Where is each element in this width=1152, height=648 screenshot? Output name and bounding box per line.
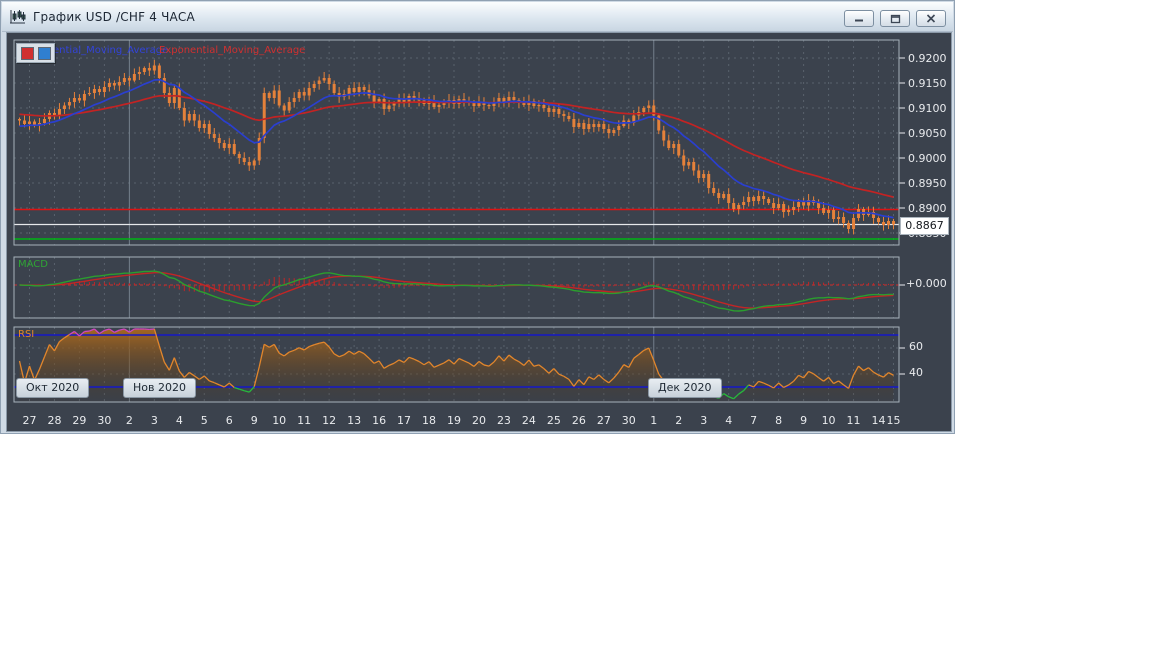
- chart-canvas[interactable]: 0.9200 0.9150 0.9100 0.9050 0.9000 0.8950 0.89…: [7, 33, 951, 431]
- svg-text:9: 9: [251, 414, 258, 427]
- window-title: График USD /CHF 4 ЧАСА: [33, 10, 195, 24]
- svg-text:17: 17: [397, 414, 411, 427]
- svg-text:6: 6: [226, 414, 233, 427]
- macd-zero-axis-label: +0.000: [906, 278, 947, 290]
- svg-text:20: 20: [472, 414, 486, 427]
- svg-text:7: 7: [750, 414, 757, 427]
- svg-text:23: 23: [497, 414, 511, 427]
- svg-text:27: 27: [22, 414, 36, 427]
- slow-ema-color-swatch-button[interactable]: [21, 47, 34, 60]
- rsi-tick-60: 60: [909, 341, 923, 353]
- window-controls: [844, 10, 946, 27]
- candlestick-series: [18, 60, 895, 235]
- svg-text:28: 28: [47, 414, 61, 427]
- fast-ema-legend-label: ential_Moving_Average: [53, 45, 168, 57]
- svg-text:25: 25: [547, 414, 561, 427]
- chart-window: График USD /CHF 4 ЧАСА 0.9200 0.9150 0.910…: [0, 0, 955, 434]
- svg-text:3: 3: [700, 414, 707, 427]
- svg-text:26: 26: [572, 414, 586, 427]
- svg-text:4: 4: [176, 414, 183, 427]
- svg-text:0.8900: 0.8900: [908, 202, 947, 215]
- restore-icon: [890, 14, 901, 24]
- svg-text:10: 10: [822, 414, 836, 427]
- close-icon: [926, 14, 936, 23]
- svg-text:3: 3: [151, 414, 158, 427]
- candlestick-chart-icon: [9, 9, 26, 24]
- svg-text:9: 9: [800, 414, 807, 427]
- svg-text:24: 24: [522, 414, 536, 427]
- close-button[interactable]: [916, 10, 946, 27]
- panel-border: [14, 40, 899, 245]
- minimize-icon: [853, 14, 865, 23]
- current-price-tag: 0.8867: [900, 217, 949, 235]
- legend-chip: [16, 43, 55, 63]
- svg-text:27: 27: [597, 414, 611, 427]
- svg-text:0.9200: 0.9200: [908, 52, 947, 65]
- chart-client-area: 0.9200 0.9150 0.9100 0.9050 0.9000 0.8950 0.89…: [6, 32, 952, 432]
- macd-indicator-label: MACD: [18, 259, 48, 271]
- svg-text:5: 5: [201, 414, 208, 427]
- restore-button[interactable]: [880, 10, 910, 27]
- svg-text:8: 8: [775, 414, 782, 427]
- macd-series: [14, 271, 899, 311]
- svg-text:14: 14: [872, 414, 886, 427]
- svg-text:18: 18: [422, 414, 436, 427]
- month-marker-oct[interactable]: Окт 2020: [16, 378, 89, 398]
- svg-text:11: 11: [847, 414, 861, 427]
- svg-text:0.9150: 0.9150: [908, 77, 947, 90]
- horizontal-levels[interactable]: [14, 210, 899, 240]
- svg-text:0.9100: 0.9100: [908, 102, 947, 115]
- svg-text:2: 2: [675, 414, 682, 427]
- month-marker-dec[interactable]: Дек 2020: [648, 378, 722, 398]
- svg-text:12: 12: [322, 414, 336, 427]
- svg-text:30: 30: [622, 414, 636, 427]
- svg-text:2: 2: [126, 414, 133, 427]
- rsi-indicator-label: RSI: [18, 329, 34, 341]
- svg-text:19: 19: [447, 414, 461, 427]
- slow-ema-legend-label: Exponential_Moving_Average: [159, 45, 305, 57]
- rsi-tick-40: 40: [909, 367, 923, 379]
- svg-text:4: 4: [725, 414, 732, 427]
- svg-text:1: 1: [650, 414, 657, 427]
- svg-text:0.9050: 0.9050: [908, 127, 947, 140]
- svg-text:29: 29: [72, 414, 86, 427]
- svg-text:16: 16: [372, 414, 386, 427]
- minimize-button[interactable]: [844, 10, 874, 27]
- month-marker-nov[interactable]: Нов 2020: [123, 378, 196, 398]
- svg-text:15: 15: [887, 414, 901, 427]
- svg-text:30: 30: [97, 414, 111, 427]
- svg-text:10: 10: [272, 414, 286, 427]
- fast-ema-color-swatch-button[interactable]: [38, 47, 51, 60]
- svg-text:0.9000: 0.9000: [908, 152, 947, 165]
- title-bar[interactable]: График USD /CHF 4 ЧАСА: [2, 2, 953, 32]
- svg-text:0.8950: 0.8950: [908, 177, 947, 190]
- panel-border: [14, 257, 899, 318]
- svg-text:11: 11: [297, 414, 311, 427]
- svg-text:13: 13: [347, 414, 361, 427]
